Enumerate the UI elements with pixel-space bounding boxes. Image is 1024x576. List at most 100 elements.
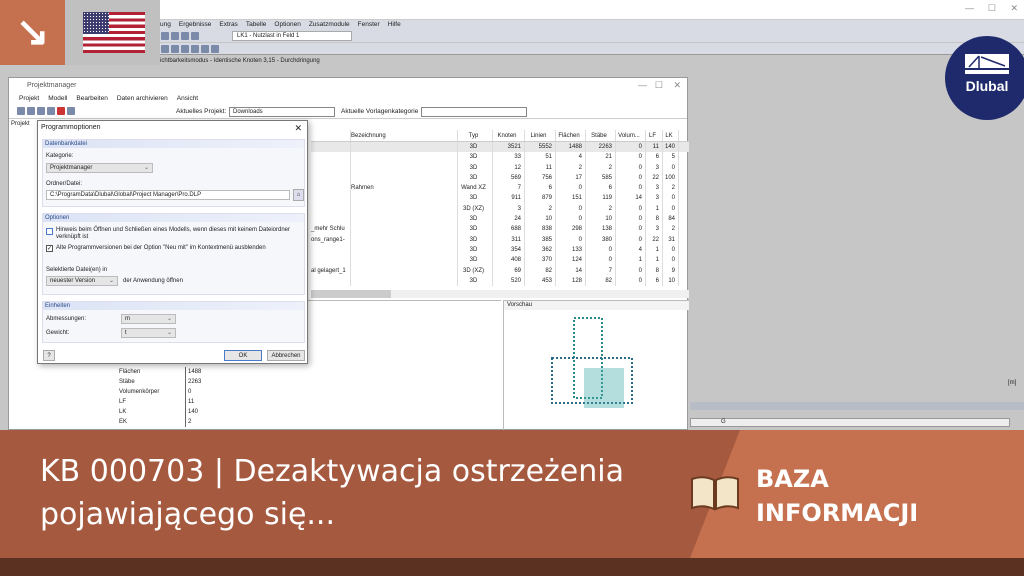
- app-title-bar: — ☐ ✕: [160, 0, 1024, 20]
- load-case-select[interactable]: LK1 - Nutzlast in Feld 1: [232, 31, 352, 41]
- close-icon[interactable]: ✕: [673, 78, 681, 93]
- table-row[interactable]: 3D (XZ) 3 2 0 2 0 1 0: [311, 203, 689, 215]
- delete-icon[interactable]: [57, 107, 65, 115]
- table-row[interactable]: al gelagert_1 3D (XZ) 69 82 14 7 0 8 9: [311, 265, 689, 276]
- menu-item[interactable]: ung: [160, 20, 171, 30]
- toolbar-2: [160, 43, 1024, 55]
- menu-item[interactable]: Bearbeiten: [76, 93, 107, 105]
- toolbar-icon[interactable]: [171, 32, 179, 40]
- folder-icon[interactable]: [37, 107, 45, 115]
- table-row[interactable]: ons_range1- 3D 311 385 0 380 0 22 31: [311, 234, 689, 245]
- column-header[interactable]: Stäbe: [586, 130, 616, 141]
- table-row[interactable]: 3D 569 756 17 585 0 22 100: [311, 172, 689, 184]
- copy-icon[interactable]: [47, 107, 55, 115]
- minimize-icon[interactable]: —: [638, 78, 647, 93]
- maximize-icon[interactable]: ☐: [655, 78, 663, 93]
- table-cell: [311, 193, 351, 204]
- table-row[interactable]: 3D 408 370 124 0 1 1 0: [311, 255, 689, 266]
- new-icon[interactable]: [17, 107, 25, 115]
- table-cell: [351, 214, 458, 225]
- info-row: Stäbe 2263: [119, 377, 201, 387]
- column-header[interactable]: LF: [646, 130, 663, 141]
- option2-checkbox[interactable]: ✓: [46, 245, 53, 252]
- menu-item[interactable]: Optionen: [274, 20, 300, 30]
- toolbar-icon[interactable]: [161, 45, 169, 53]
- table-cell: [351, 224, 458, 235]
- toolbar-icon[interactable]: [181, 45, 189, 53]
- table-cell: 138: [586, 224, 616, 235]
- menu-item[interactable]: Tabelle: [246, 20, 267, 30]
- template-select[interactable]: [421, 107, 527, 117]
- table-row[interactable]: _mehr Schlu 3D 688 838 298 138 0 3 2: [311, 224, 689, 235]
- help-button[interactable]: ?: [43, 350, 55, 361]
- menu-item[interactable]: Modell: [48, 93, 67, 105]
- column-header[interactable]: LK: [663, 130, 679, 141]
- table-cell: 756: [525, 172, 556, 184]
- table-row[interactable]: 3D 3521 5552 1488 2263 0 11 140: [311, 142, 689, 153]
- banner-strip: [0, 558, 1024, 576]
- column-header[interactable]: Flächen: [556, 130, 586, 141]
- column-header[interactable]: Volum...: [616, 130, 646, 141]
- table-row[interactable]: 3D 354 362 133 0 4 1 0: [311, 244, 689, 256]
- menu-item[interactable]: Ansicht: [177, 93, 198, 105]
- menu-item[interactable]: Ergebnisse: [179, 20, 212, 30]
- pm-menu-bar: Projekt Modell Bearbeiten Daten archivie…: [9, 93, 687, 105]
- menu-item[interactable]: Fenster: [358, 20, 380, 30]
- table-row[interactable]: 3D 911 879 151 119 14 3 0: [311, 193, 689, 204]
- table-cell: 311: [493, 234, 525, 245]
- cancel-button[interactable]: Abbrechen: [267, 350, 305, 361]
- minimize-icon[interactable]: —: [965, 3, 974, 13]
- column-header[interactable]: Bezeichnung: [351, 130, 458, 141]
- program-options-dialog: Programmoptionen ✕ Datenbankdatei Katego…: [37, 120, 308, 364]
- table-cell: 2: [586, 162, 616, 173]
- table-header: Bezeichnung Typ Knoten Linien Flächen Stäbe Vo…: [311, 130, 689, 142]
- weight-select[interactable]: t ⌄: [121, 328, 176, 338]
- open-icon[interactable]: [27, 107, 35, 115]
- toolbar-icon[interactable]: [201, 45, 209, 53]
- toolbar-icon[interactable]: [191, 45, 199, 53]
- horizontal-scrollbar[interactable]: [311, 290, 689, 298]
- table-row[interactable]: 3D 12 11 2 2 0 3 0: [311, 162, 689, 173]
- bottom-tab[interactable]: G: [690, 418, 1010, 427]
- template-label: Aktuelle Vorlagenkategorie: [341, 108, 419, 115]
- column-header[interactable]: Typ: [458, 130, 493, 141]
- ok-button[interactable]: OK: [224, 350, 262, 361]
- table-cell: 69: [493, 265, 525, 276]
- menu-item[interactable]: Extras: [219, 20, 237, 30]
- maximize-icon[interactable]: ☐: [988, 3, 996, 14]
- scroll-thumb[interactable]: [311, 290, 391, 298]
- table-cell: 151: [556, 193, 586, 204]
- toolbar-icon[interactable]: [171, 45, 179, 53]
- category-select[interactable]: Projektmanager ⌄: [46, 163, 153, 173]
- toolbar-icon[interactable]: [161, 32, 169, 40]
- toolbar-icon[interactable]: [191, 32, 199, 40]
- table-cell: 2: [663, 224, 679, 235]
- table-row[interactable]: 3D 520 453 128 82 0 6 10: [311, 275, 689, 287]
- menu-item[interactable]: Daten archivieren: [117, 93, 168, 105]
- menu-item[interactable]: Zusatzmodule: [309, 20, 350, 30]
- column-header[interactable]: Linien: [525, 130, 556, 141]
- table-row[interactable]: Rahmen Wand XZ 7 6 0 6 0 3 2: [311, 183, 689, 194]
- table-row[interactable]: 3D 33 51 4 21 0 6 5: [311, 152, 689, 163]
- options-icon[interactable]: [67, 107, 75, 115]
- info-key: Flächen: [119, 369, 141, 375]
- column-header[interactable]: Knoten: [493, 130, 525, 141]
- group-header: Optionen: [43, 214, 304, 222]
- option1-checkbox[interactable]: [46, 228, 53, 235]
- left-tab[interactable]: Projekt: [11, 121, 30, 127]
- toolbar-icon[interactable]: [181, 32, 189, 40]
- folder-input[interactable]: C:\ProgramData\Dlubal\Global\Project Man…: [46, 190, 290, 200]
- table-row[interactable]: 3D 24 10 0 10 0 8 84: [311, 214, 689, 225]
- toolbar-icon[interactable]: [211, 45, 219, 53]
- close-icon[interactable]: ✕: [294, 123, 302, 134]
- menu-item[interactable]: Projekt: [19, 93, 39, 105]
- dimensions-select[interactable]: m ⌄: [121, 314, 176, 324]
- browse-folder-button[interactable]: ⌂: [293, 189, 304, 201]
- version-select[interactable]: neuester Version ⌄: [46, 276, 118, 286]
- close-icon[interactable]: ✕: [1010, 3, 1018, 14]
- current-project-select[interactable]: Downloads: [229, 107, 335, 117]
- column-header[interactable]: [311, 130, 351, 141]
- us-flag-icon[interactable]: [83, 12, 145, 53]
- table-cell: 370: [525, 255, 556, 266]
- menu-item[interactable]: Hilfe: [388, 20, 401, 30]
